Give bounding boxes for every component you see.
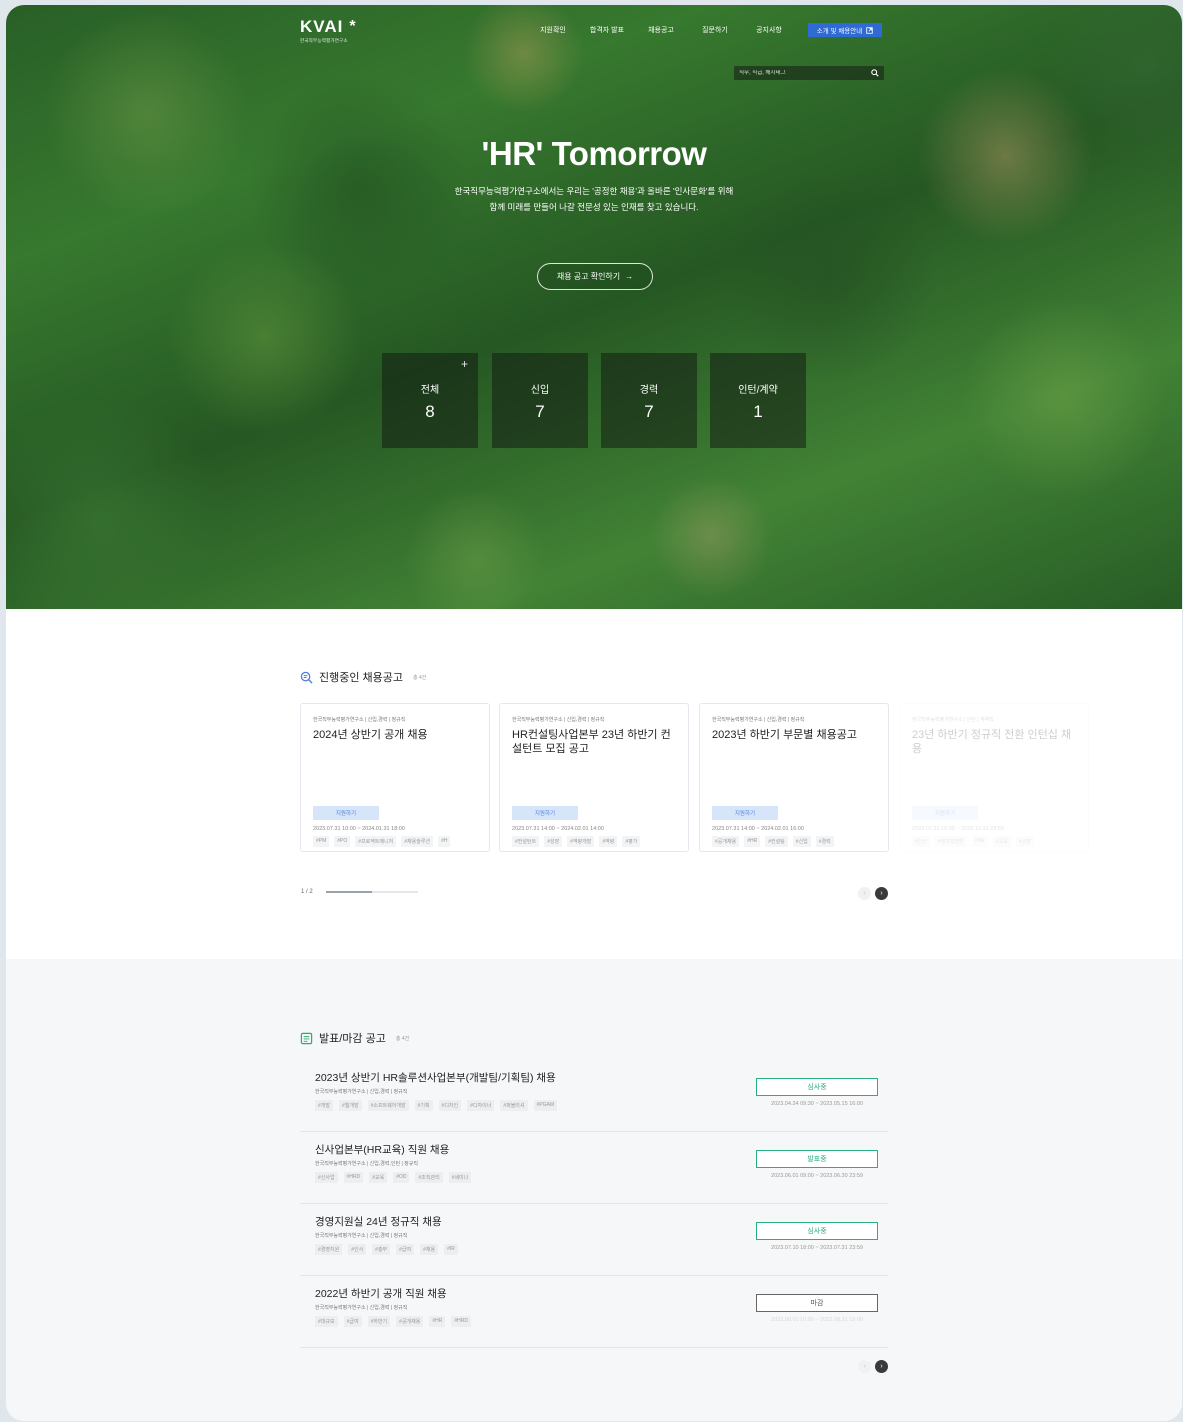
tag-list: #대규모 #급여 #하반기 #공개채용 #HR #HRD	[315, 1316, 471, 1327]
tag-list: #경영지원 #인사 #총무 #급여 #채용 #IR	[315, 1244, 458, 1255]
list-item-title: 2023년 상반기 HR솔루션사업본부(개발팀/기획팀) 채용	[315, 1072, 556, 1084]
page-frame: KVAI * 한국직무능력평가연구소 지원확인 합격자 발표 채용공고 질문하기 …	[6, 5, 1182, 1421]
job-card-title: 23년 하반기 정규직 전환 인턴십 채용	[912, 729, 1072, 755]
stat-value: 7	[644, 402, 654, 421]
magnify-list-icon	[300, 671, 313, 684]
tag-list: #PM #PO #프로젝트매니저 #채용솔루션 #H	[313, 836, 477, 847]
hero-section: KVAI * 한국직무능력평가연구소 지원확인 합격자 발표 채용공고 질문하기 …	[6, 5, 1182, 609]
logo-text: KVAI	[300, 17, 344, 36]
pager-progress	[326, 891, 418, 893]
stat-experienced[interactable]: 경력 7	[601, 353, 697, 448]
status-badge[interactable]: 심사중	[756, 1222, 878, 1240]
job-card-title: HR컨설팅사업본부 23년 하반기 컨설턴트 모집 공고	[512, 729, 671, 755]
stat-value: 8	[425, 402, 435, 421]
hero-description: 한국직무능력평가연구소에서는 우리는 '공정한 채용'과 올바른 '인사문화'를…	[454, 186, 734, 212]
stat-label: 신입	[530, 385, 550, 396]
logo-star-icon: *	[349, 18, 357, 35]
status-badge[interactable]: 마감	[756, 1294, 878, 1312]
announce-section-title: 발표/마감 공고 총 4건	[300, 1030, 409, 1046]
apply-button[interactable]: 지원하기	[712, 806, 778, 820]
stat-intern[interactable]: 인턴/계약 1	[710, 353, 806, 448]
chevron-right-icon: ›	[880, 1363, 883, 1370]
nav-item-ask[interactable]: 질문하기	[688, 25, 742, 35]
nav-item-results[interactable]: 합격자 발표	[580, 25, 634, 35]
tag-list: #컨설턴트 #성장 #역량개발 #역량 #평가	[512, 836, 676, 847]
search-icon[interactable]	[871, 69, 879, 77]
prev-arrow-button[interactable]: ‹	[858, 887, 871, 900]
stat-new[interactable]: 신입 7	[492, 353, 588, 448]
stat-label: 인턴/계약	[738, 385, 778, 396]
nav-item-notice[interactable]: 공지사항	[742, 25, 796, 35]
stat-value: 7	[535, 402, 545, 421]
chevron-left-icon: ‹	[863, 1363, 866, 1370]
stat-value: 1	[753, 402, 763, 421]
main-nav: 지원확인 합격자 발표 채용공고 질문하기 공지사항	[526, 25, 796, 35]
pager-progress-fill	[326, 891, 372, 893]
intro-recruit-button[interactable]: 소개 및 채용안내	[808, 23, 882, 37]
arrow-right-icon: →	[625, 272, 634, 281]
stat-all[interactable]: + 전체 8	[382, 353, 478, 448]
intro-recruit-label: 소개 및 채용안내	[816, 28, 863, 35]
apply-button[interactable]: 지원하기	[512, 806, 578, 820]
next-arrow-button[interactable]: ›	[875, 887, 888, 900]
logo[interactable]: KVAI * 한국직무능력평가연구소	[300, 17, 357, 44]
job-card-title: 2024년 상반기 공개 채용	[313, 729, 428, 741]
tag-list: #공개채용 #HR #컨설팅 #신입 #경력	[712, 836, 876, 847]
chevron-right-icon: ›	[880, 890, 883, 897]
next-arrow-button[interactable]: ›	[875, 1360, 888, 1373]
check-jobs-label: 채용 공고 확인하기	[556, 272, 621, 281]
stat-label: 경력	[639, 385, 659, 396]
list-item-title: 2022년 하반기 공개 직원 채용	[315, 1288, 447, 1300]
tag-list: #신사업 #HRD #교육 #OD #조직관리 #세미나	[315, 1172, 472, 1183]
stat-label: 전체	[420, 385, 440, 396]
clipboard-icon	[300, 1032, 313, 1044]
nav-item-apply-check[interactable]: 지원확인	[526, 25, 580, 35]
chevron-left-icon: ‹	[863, 890, 866, 897]
logo-subtitle: 한국직무능력평가연구소	[300, 38, 348, 43]
job-card[interactable]: 한국직무능력평가연구소 | 신입,경력 | 정규직 HR컨설팅사업본부 23년 …	[499, 703, 689, 852]
tag-list: #인턴 #정규직전환 #HR #교육 #성장	[912, 836, 1076, 847]
active-count: 총 4건	[413, 674, 427, 681]
apply-button[interactable]: 지원하기	[912, 806, 978, 820]
plus-icon: +	[460, 357, 468, 371]
search-bar	[734, 66, 884, 80]
pager-count: 1 / 2	[301, 889, 313, 895]
tag-list: #개발 #웹개발 #소프트웨어개발 #기획 #디자인 #디자이너 #퍼블리셔 #PGAM	[315, 1100, 558, 1111]
list-item-title: 신사업본부(HR교육) 직원 채용	[315, 1144, 450, 1156]
hero-title: 'HR' Tomorrow	[481, 135, 707, 172]
status-badge[interactable]: 심사중	[756, 1078, 878, 1096]
job-card[interactable]: 한국직무능력평가연구소 | 인턴 | 계약직 23년 하반기 정규직 전환 인턴…	[899, 703, 1089, 852]
list-item[interactable]: 신사업본부(HR교육) 직원 채용 한국직무능력평가연구소 | 신입,경력,인턴…	[300, 1132, 888, 1204]
active-section-title: 진행중인 채용공고 총 4건	[300, 669, 426, 685]
prev-arrow-button[interactable]: ‹	[858, 1360, 871, 1373]
list-item[interactable]: 경영지원실 24년 정규직 채용 한국직무능력평가연구소 | 신입,경력 | 정…	[300, 1204, 888, 1276]
search-input[interactable]	[739, 70, 859, 76]
announce-count: 총 4건	[395, 1035, 410, 1042]
list-item[interactable]: 2023년 상반기 HR솔루션사업본부(개발팀/기획팀) 채용 한국직무능력평가…	[300, 1060, 888, 1132]
list-item[interactable]: 2022년 하반기 공개 직원 채용 한국직무능력평가연구소 | 신입,경력 |…	[300, 1276, 888, 1348]
job-card[interactable]: 한국직무능력평가연구소 | 신입,경력 | 정규직 2024년 상반기 공개 채…	[300, 703, 490, 852]
job-card-title: 2023년 하반기 부문별 채용공고	[712, 729, 857, 741]
list-item-title: 경영지원실 24년 정규직 채용	[315, 1216, 442, 1228]
apply-button[interactable]: 지원하기	[313, 806, 379, 820]
status-badge[interactable]: 발표중	[756, 1150, 878, 1168]
external-link-icon	[866, 26, 873, 34]
job-card[interactable]: 한국직무능력평가연구소 | 신입,경력 | 정규직 2023년 하반기 부문별 …	[699, 703, 889, 852]
nav-item-jobs[interactable]: 채용공고	[634, 25, 688, 35]
check-jobs-button[interactable]: 채용 공고 확인하기 →	[537, 263, 653, 290]
